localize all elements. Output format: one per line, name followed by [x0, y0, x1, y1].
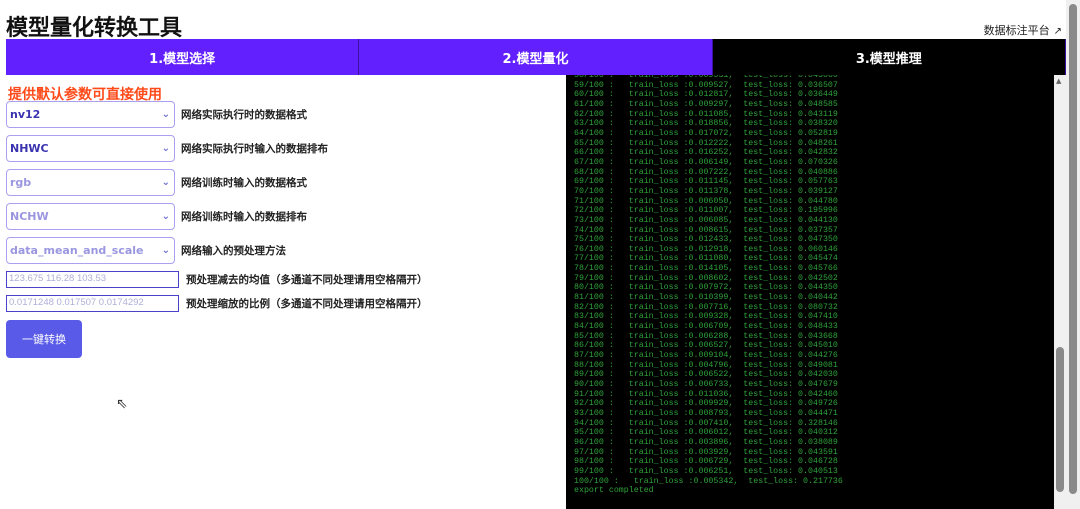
chevron-down-icon: ⌄ — [161, 211, 170, 222]
log-line: 91/100 : train_loss :0.011036, test_loss… — [574, 389, 838, 399]
chevron-down-icon: ⌄ — [161, 143, 170, 154]
param-row: NCHW ⌄ 网络训练时输入的数据排布 — [6, 203, 307, 230]
log-line: export completed — [574, 486, 654, 496]
log-line: 88/100 : train_loss :0.004796, test_loss… — [574, 360, 838, 370]
log-line: 71/100 : train_loss :0.006050, test_loss… — [574, 196, 838, 206]
log-line: 72/100 : train_loss :0.011007, test_loss… — [574, 206, 838, 216]
chevron-down-icon: ⌄ — [161, 245, 170, 256]
param-label: 网络实际执行时输入的数据排布 — [181, 143, 328, 155]
log-line: 83/100 : train_loss :0.009328, test_loss… — [574, 312, 838, 322]
tab-model-quantize[interactable]: 2.模型量化 — [359, 39, 713, 75]
param-label: 预处理缩放的比例（多通道不同处理请用空格隔开） — [186, 298, 428, 310]
log-line: 100/100 : train_loss :0.005342, test_los… — [574, 476, 843, 486]
scale-input[interactable]: 0.0171248 0.017507 0.0174292 — [6, 295, 179, 312]
train-format-select[interactable]: rgb ⌄ — [6, 169, 175, 196]
log-line: 70/100 : train_loss :0.011378, test_loss… — [574, 186, 838, 196]
log-scrollbar[interactable]: ▲ — [1054, 75, 1066, 509]
log-line: 60/100 : train_loss :0.012817, test_loss… — [574, 90, 838, 100]
log-line: 75/100 : train_loss :0.012433, test_loss… — [574, 235, 838, 245]
param-row: 0.0171248 0.017507 0.0174292 预处理缩放的比例（多通道… — [6, 295, 428, 312]
log-line: 96/100 : train_loss :0.003896, test_loss… — [574, 437, 838, 447]
log-line: 94/100 : train_loss :0.007410, test_loss… — [574, 418, 838, 428]
step-tabs: 1.模型选择 2.模型量化 3.模型推理 — [6, 39, 1066, 75]
log-line: 99/100 : train_loss :0.006251, test_loss… — [574, 466, 838, 476]
page-title: 模型量化转换工具 — [6, 16, 183, 41]
training-log-console[interactable]: 58/100 : train_loss :0.009531, test_loss… — [566, 75, 1066, 509]
select-value: NHWC — [10, 142, 49, 155]
log-line: 87/100 : train_loss :0.009104, test_loss… — [574, 351, 838, 361]
select-value: data_mean_and_scale — [10, 244, 144, 257]
link-label: 数据标注平台 — [983, 24, 1050, 37]
runtime-layout-select[interactable]: NHWC ⌄ — [6, 135, 175, 162]
log-line: 79/100 : train_loss :0.008602, test_loss… — [574, 273, 838, 283]
log-line: 63/100 : train_loss :0.018856, test_loss… — [574, 119, 838, 129]
log-line: 82/100 : train_loss :0.007716, test_loss… — [574, 302, 838, 312]
log-line: 98/100 : train_loss :0.006729, test_loss… — [574, 457, 838, 467]
log-line: 93/100 : train_loss :0.008793, test_loss… — [574, 408, 838, 418]
select-value: nv12 — [10, 108, 41, 121]
chevron-down-icon: ⌄ — [161, 109, 170, 120]
param-row: 123.675 116.28 103.53 预处理减去的均值（多通道不同处理请用空… — [6, 271, 428, 288]
log-line: 92/100 : train_loss :0.009929, test_loss… — [574, 399, 838, 409]
log-line: 78/100 : train_loss :0.014105, test_loss… — [574, 264, 838, 274]
train-layout-select[interactable]: NCHW ⌄ — [6, 203, 175, 230]
preprocess-method-select[interactable]: data_mean_and_scale ⌄ — [6, 237, 175, 264]
log-line: 84/100 : train_loss :0.006709, test_loss… — [574, 322, 838, 332]
log-line: 97/100 : train_loss :0.003929, test_loss… — [574, 447, 838, 457]
scrollbar-thumb[interactable] — [1056, 347, 1064, 492]
log-line: 69/100 : train_loss :0.011145, test_loss… — [574, 177, 838, 187]
param-label: 网络输入的预处理方法 — [181, 245, 286, 257]
log-line: 58/100 : train_loss :0.009531, test_loss… — [574, 75, 838, 80]
log-line: 67/100 : train_loss :0.006149, test_loss… — [574, 157, 838, 167]
log-line: 81/100 : train_loss :0.010399, test_loss… — [574, 293, 838, 303]
mean-input[interactable]: 123.675 116.28 103.53 — [6, 271, 179, 288]
log-line: 89/100 : train_loss :0.006522, test_loss… — [574, 370, 838, 380]
log-line: 62/100 : train_loss :0.011085, test_loss… — [574, 109, 838, 119]
log-line: 68/100 : train_loss :0.007222, test_loss… — [574, 167, 838, 177]
chevron-down-icon: ⌄ — [161, 177, 170, 188]
annotation-platform-link[interactable]: 数据标注平台 ↗ — [984, 22, 1062, 38]
page-scrollbar[interactable] — [1066, 0, 1080, 509]
select-value: rgb — [10, 176, 32, 189]
external-link-icon: ↗ — [1053, 26, 1062, 37]
log-line: 80/100 : train_loss :0.007972, test_loss… — [574, 283, 838, 293]
log-line: 86/100 : train_loss :0.006527, test_loss… — [574, 341, 838, 351]
param-label: 网络训练时输入的数据排布 — [181, 211, 307, 223]
log-line: 77/100 : train_loss :0.011080, test_loss… — [574, 254, 838, 264]
param-label: 网络训练时输入的数据格式 — [181, 177, 307, 189]
log-line: 74/100 : train_loss :0.008615, test_loss… — [574, 225, 838, 235]
log-line: 65/100 : train_loss :0.012222, test_loss… — [574, 138, 838, 148]
log-line: 61/100 : train_loss :0.009297, test_loss… — [574, 99, 838, 109]
param-row: nv12 ⌄ 网络实际执行时的数据格式 — [6, 101, 307, 128]
log-line: 66/100 : train_loss :0.016252, test_loss… — [574, 148, 838, 158]
convert-button[interactable]: 一键转换 — [6, 320, 82, 358]
log-line: 59/100 : train_loss :0.009527, test_loss… — [574, 80, 838, 90]
param-label: 预处理减去的均值（多通道不同处理请用空格隔开） — [186, 274, 428, 286]
runtime-format-select[interactable]: nv12 ⌄ — [6, 101, 175, 128]
param-row: data_mean_and_scale ⌄ 网络输入的预处理方法 — [6, 237, 286, 264]
param-row: NHWC ⌄ 网络实际执行时输入的数据排布 — [6, 135, 328, 162]
tab-model-inference[interactable]: 3.模型推理 — [712, 39, 1066, 75]
select-value: NCHW — [10, 210, 49, 223]
scroll-up-icon[interactable]: ▲ — [1056, 77, 1061, 85]
param-row: rgb ⌄ 网络训练时输入的数据格式 — [6, 169, 307, 196]
log-line: 64/100 : train_loss :0.017072, test_loss… — [574, 128, 838, 138]
tab-model-select[interactable]: 1.模型选择 — [6, 39, 360, 75]
log-lines: 58/100 : train_loss :0.009531, test_loss… — [574, 75, 843, 496]
param-label: 网络实际执行时的数据格式 — [181, 109, 307, 121]
log-line: 85/100 : train_loss :0.006288, test_loss… — [574, 331, 838, 341]
log-line: 90/100 : train_loss :0.006733, test_loss… — [574, 380, 838, 389]
scrollbar-thumb[interactable] — [1069, 4, 1077, 494]
log-line: 73/100 : train_loss :0.006085, test_loss… — [574, 215, 838, 225]
mouse-cursor-icon: ⇖ — [116, 396, 128, 412]
log-line: 95/100 : train_loss :0.006012, test_loss… — [574, 428, 838, 438]
